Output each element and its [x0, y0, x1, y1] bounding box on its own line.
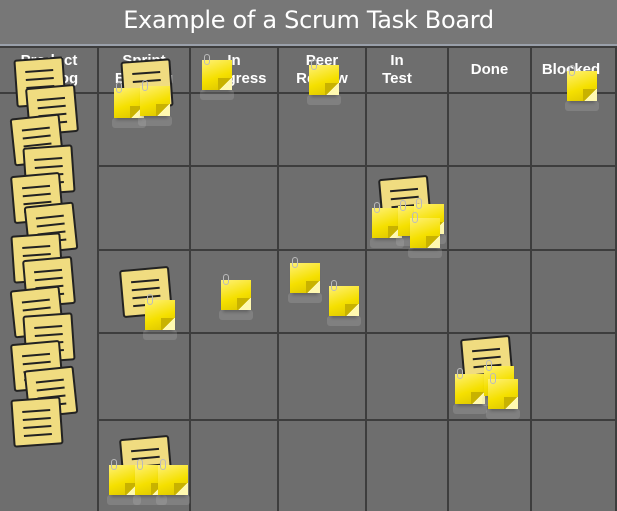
note-line	[37, 96, 66, 102]
paperclip-icon	[142, 80, 148, 91]
paperclip-icon	[311, 59, 317, 70]
note-line	[37, 104, 66, 110]
column-header-done: Done	[448, 46, 531, 93]
task-card[interactable]	[309, 59, 339, 95]
paperclip-icon	[331, 280, 337, 291]
column-header-in-test: In Test	[366, 46, 428, 93]
grid-line	[98, 249, 617, 251]
grid-line	[98, 419, 617, 421]
note-line	[34, 157, 63, 162]
note-shadow	[219, 310, 253, 320]
paperclip-icon	[374, 202, 380, 213]
note-line	[22, 245, 51, 250]
paperclip-icon	[204, 54, 210, 65]
task-card[interactable]	[329, 280, 359, 316]
note-shadow	[143, 330, 177, 340]
paperclip-icon	[147, 294, 153, 305]
note-line	[21, 298, 50, 304]
paperclip-icon	[111, 459, 117, 470]
note-shadow	[408, 248, 442, 258]
task-card[interactable]	[488, 373, 518, 409]
note-line	[390, 187, 419, 193]
scrum-board: ProductBacklog SprintBacklog InProgress …	[0, 46, 617, 511]
product-backlog-story[interactable]	[10, 396, 64, 448]
note-line	[25, 77, 54, 81]
header-text: In	[390, 51, 404, 69]
note-shadow	[156, 495, 190, 505]
header-text: Done	[470, 60, 509, 78]
note-line	[22, 134, 51, 140]
paperclip-icon	[223, 274, 229, 285]
grid-line	[277, 46, 279, 511]
task-card[interactable]	[567, 65, 597, 101]
grid-line	[0, 46, 617, 48]
note-line	[36, 222, 65, 228]
note-shadow	[200, 90, 234, 100]
note-line	[131, 278, 160, 284]
note-line	[36, 386, 65, 392]
paperclip-icon	[412, 212, 418, 223]
note-line	[131, 455, 160, 461]
task-card[interactable]	[202, 54, 232, 90]
note-line	[35, 214, 64, 220]
note-line	[22, 352, 51, 358]
note-line	[21, 126, 50, 132]
note-line	[25, 69, 54, 74]
task-card[interactable]	[158, 459, 188, 495]
note-shadow	[453, 404, 487, 414]
note-line	[131, 447, 160, 453]
task-card[interactable]	[290, 257, 320, 293]
paperclip-icon	[569, 65, 575, 76]
task-card[interactable]	[410, 212, 440, 248]
note-shadow	[565, 101, 599, 111]
grid-line	[447, 46, 449, 511]
board-title: Example of a Scrum Task Board	[0, 0, 617, 44]
note-shadow	[138, 116, 172, 126]
paperclip-icon	[160, 459, 166, 470]
note-line	[132, 71, 161, 76]
grid-line	[365, 46, 367, 511]
note-line	[22, 253, 51, 257]
note-line	[35, 378, 64, 384]
note-line	[22, 306, 51, 312]
note-line	[22, 360, 51, 366]
header-text: Test	[382, 69, 412, 87]
note-shadow	[327, 316, 361, 326]
note-line	[34, 325, 63, 330]
note-line	[34, 268, 63, 274]
note-line	[23, 432, 52, 437]
paperclip-icon	[486, 360, 492, 371]
note-line	[22, 192, 51, 198]
grid-line	[98, 165, 617, 167]
note-shadow	[288, 293, 322, 303]
task-card[interactable]	[221, 274, 251, 310]
note-line	[34, 165, 63, 169]
paperclip-icon	[116, 82, 122, 93]
grid-line	[97, 46, 99, 511]
paperclip-icon	[292, 257, 298, 268]
note-line	[131, 286, 160, 292]
paperclip-icon	[400, 200, 406, 211]
note-line	[34, 333, 63, 337]
note-line	[472, 347, 501, 353]
task-card[interactable]	[140, 80, 170, 116]
grid-line	[189, 46, 191, 511]
paperclip-icon	[457, 368, 463, 379]
note-line	[34, 276, 63, 282]
paperclip-icon	[490, 373, 496, 384]
task-card[interactable]	[145, 294, 175, 330]
note-line	[22, 417, 51, 421]
task-card[interactable]	[455, 368, 485, 404]
note-line	[22, 184, 51, 190]
note-shadow	[486, 409, 520, 419]
note-line	[22, 409, 51, 414]
note-line	[23, 425, 52, 429]
grid-line	[530, 46, 532, 511]
note-shadow	[307, 95, 341, 105]
paperclip-icon	[416, 198, 422, 209]
paperclip-icon	[137, 459, 143, 470]
